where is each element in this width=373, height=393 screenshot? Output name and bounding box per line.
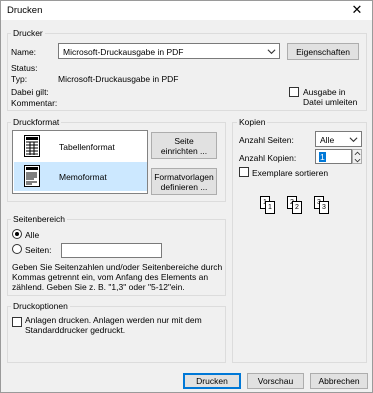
window-title: Drucken bbox=[7, 5, 43, 16]
page-range-hint: Geben Sie Seitenzahlen und/oder Seitenbe… bbox=[12, 262, 223, 292]
spinner-down-icon[interactable] bbox=[354, 158, 361, 163]
all-pages-radio[interactable] bbox=[12, 229, 22, 239]
collate-checkbox[interactable] bbox=[239, 167, 249, 177]
comment-label: Kommentar: bbox=[11, 98, 58, 108]
attachments-checkbox[interactable] bbox=[12, 317, 22, 327]
pages-label: Seiten: bbox=[25, 245, 52, 255]
print-to-file-label: Ausgabe in Datei umleiten bbox=[303, 87, 358, 107]
chevron-down-icon bbox=[349, 137, 358, 143]
print-to-file-checkbox[interactable] bbox=[289, 87, 299, 97]
properties-button[interactable]: Eigenschaften bbox=[287, 43, 359, 60]
status-label: Status: bbox=[11, 63, 38, 73]
print-format-group-label: Druckformat bbox=[11, 117, 62, 127]
type-label: Typ: bbox=[11, 74, 28, 84]
printer-group-label: Drucker bbox=[11, 28, 45, 38]
attachments-label: Anlagen drucken. Anlagen werden nur mit … bbox=[25, 315, 202, 335]
pages-count-value: Alle bbox=[320, 135, 335, 145]
print-dialog: Drucken ✕ Drucker Name: Microsoft-Drucka… bbox=[0, 0, 373, 393]
define-styles-button[interactable]: Formatvorlagen definieren ... bbox=[151, 168, 217, 195]
memo-style-icon bbox=[24, 165, 40, 187]
copies-group-label: Kopien bbox=[237, 117, 268, 127]
list-item-memo-style[interactable]: Memoformat bbox=[14, 162, 147, 191]
print-format-list[interactable]: Tabellenformat Memoformat bbox=[12, 130, 148, 194]
type-value: Microsoft-Druckausgabe in PDF bbox=[58, 74, 179, 84]
list-item-label: Tabellenformat bbox=[59, 142, 115, 152]
spinner-up-icon[interactable] bbox=[354, 151, 361, 156]
preview-button-label: Vorschau bbox=[257, 376, 294, 386]
page-range-group-label: Seitenbereich bbox=[11, 214, 67, 224]
printer-name-select[interactable]: Microsoft-Druckausgabe in PDF bbox=[58, 43, 280, 59]
copies-count-value: 1 bbox=[319, 152, 326, 162]
page-setup-button[interactable]: Seite einrichten ... bbox=[151, 132, 217, 159]
all-pages-label: Alle bbox=[25, 230, 40, 240]
page-setup-button-label: Seite einrichten ... bbox=[160, 135, 208, 156]
preview-button[interactable]: Vorschau bbox=[247, 373, 304, 389]
print-button-label: Drucken bbox=[196, 376, 228, 386]
close-icon[interactable]: ✕ bbox=[346, 2, 368, 18]
chevron-down-icon bbox=[267, 49, 276, 55]
copies-count-input[interactable]: 1 bbox=[315, 149, 352, 164]
collate-illustration: 1 1 2 2 3 3 bbox=[260, 193, 340, 217]
cancel-button-label: Abbrechen bbox=[318, 376, 360, 386]
collate-page: 1 bbox=[265, 201, 275, 214]
pages-radio[interactable] bbox=[12, 244, 22, 254]
table-style-icon bbox=[24, 135, 40, 157]
pages-count-select[interactable]: Alle bbox=[315, 131, 362, 147]
title-bar: Drucken ✕ bbox=[1, 1, 372, 20]
collate-label: Exemplare sortieren bbox=[252, 168, 329, 178]
copies-spinner[interactable] bbox=[352, 149, 362, 164]
define-styles-button-label: Formatvorlagen definieren ... bbox=[154, 171, 214, 192]
collate-page: 2 bbox=[292, 201, 302, 214]
collate-page: 3 bbox=[319, 201, 329, 214]
list-item-table-style[interactable]: Tabellenformat bbox=[14, 132, 147, 161]
properties-button-label: Eigenschaften bbox=[296, 46, 350, 57]
list-item-label: Memoformat bbox=[59, 172, 107, 182]
pages-count-label: Anzahl Seiten: bbox=[239, 135, 294, 145]
printer-name-value: Microsoft-Druckausgabe in PDF bbox=[63, 47, 184, 57]
pages-range-input[interactable] bbox=[61, 243, 162, 258]
cancel-button[interactable]: Abbrechen bbox=[310, 373, 368, 389]
printer-name-label: Name: bbox=[11, 47, 37, 57]
where-label: Dabei gilt: bbox=[11, 87, 49, 97]
copies-count-label: Anzahl Kopien: bbox=[239, 153, 297, 163]
print-button[interactable]: Drucken bbox=[183, 373, 241, 389]
print-options-group-label: Druckoptionen bbox=[11, 301, 70, 311]
